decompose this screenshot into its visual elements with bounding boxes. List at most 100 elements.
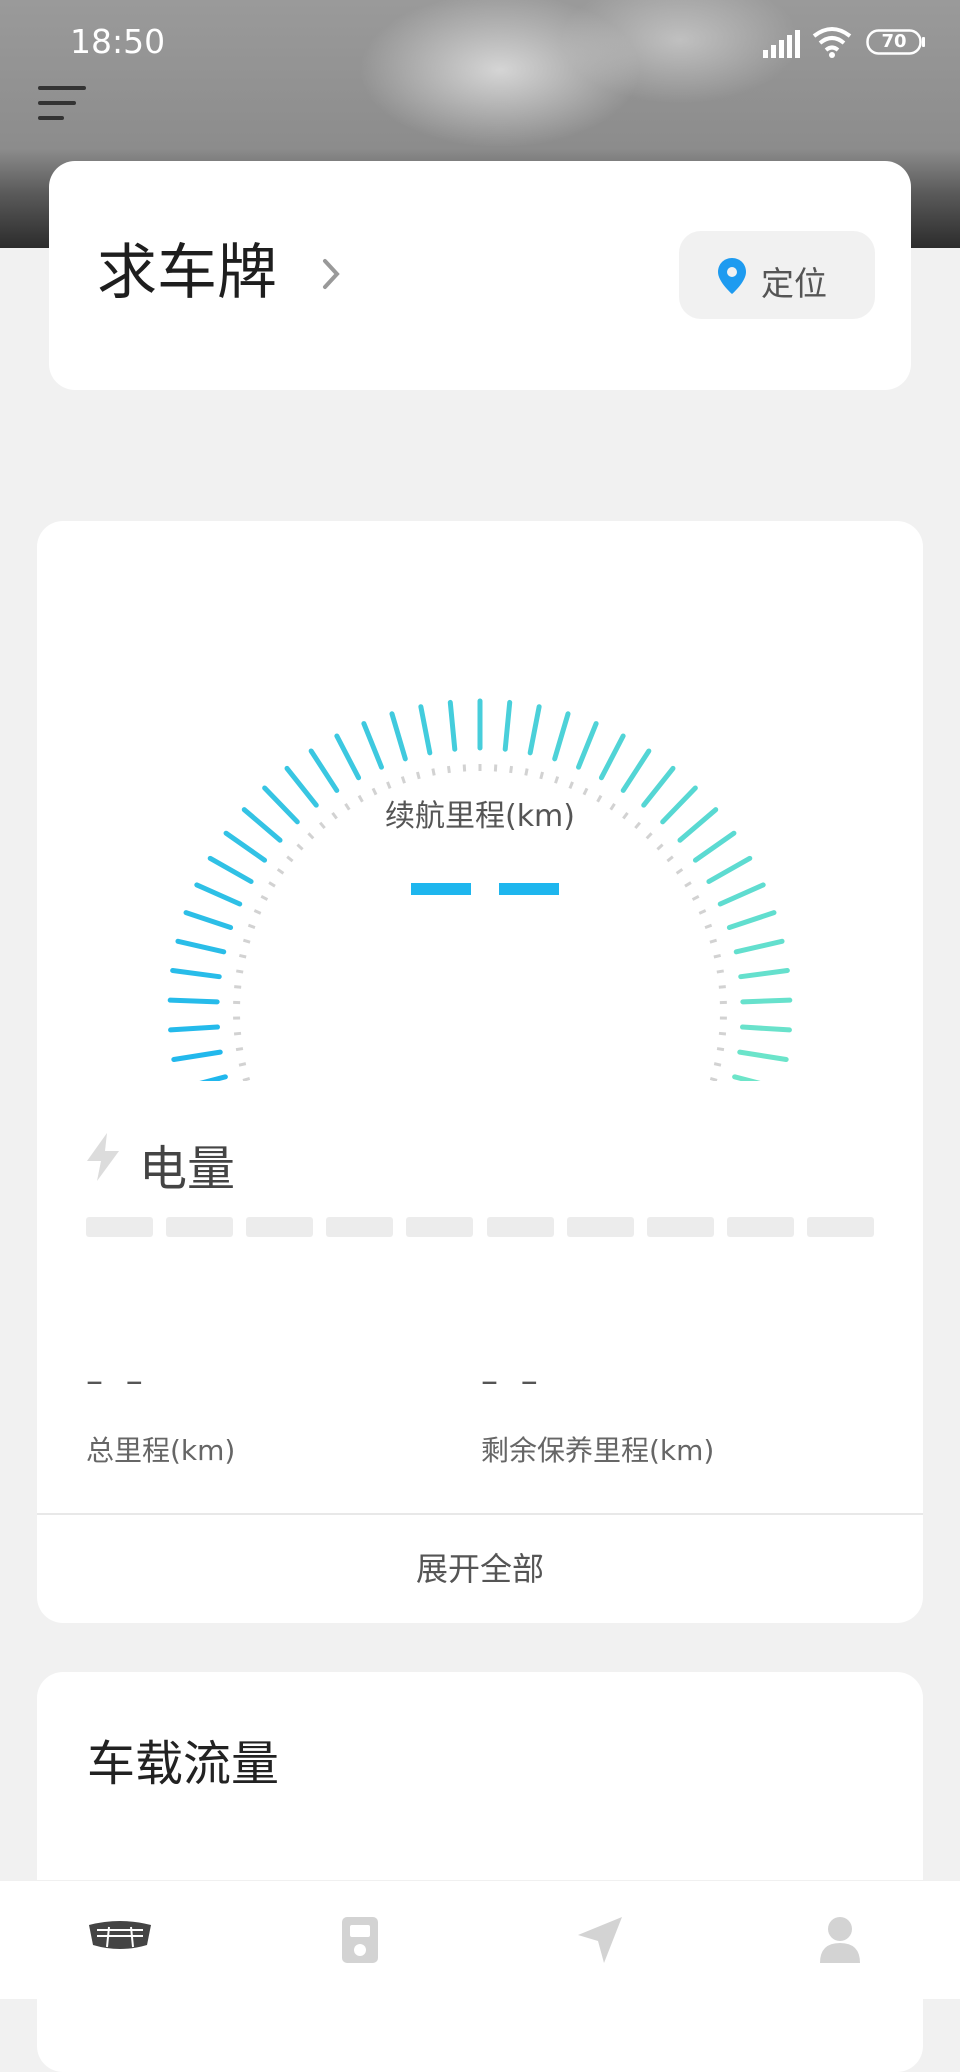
gauge-tick [311,751,337,790]
gauge-minor-tick [402,777,404,784]
battery-level: 70 [866,29,922,55]
person-icon [818,1915,862,1965]
gauge-minor-tick [239,1064,246,1066]
tab-navigation[interactable] [480,1881,720,1999]
menu-icon[interactable] [36,84,88,124]
gauge-tick [210,858,251,881]
gauge-minor-tick [710,940,717,942]
gauge-minor-tick [387,782,390,788]
gauge-tick [174,1052,220,1059]
range-value-placeholder [411,883,561,895]
gauge-minor-tick [685,883,691,887]
gauge-tick [743,1027,790,1030]
gauge-minor-tick [555,777,557,784]
gauge-minor-tick [448,766,449,773]
gauge-tick [180,1077,226,1081]
vehicle-status-card: 续航里程(km) 电量 – – 总里程(km) – – 剩余保养里程(km) 展… [37,521,923,1623]
gauge-tick [720,885,763,904]
gauge-tick [530,707,539,753]
gauge-tick [337,736,359,778]
gauge-tick [173,971,220,977]
total-mileage-label: 总里程(km) [86,1429,235,1469]
gauge-minor-tick [243,1078,250,1080]
gauge-tick [186,913,231,928]
gauge-minor-tick [667,857,672,861]
gauge-minor-tick [693,896,699,899]
gauge-tick [729,913,774,928]
gauge-minor-tick [234,987,241,988]
gauge-tick [695,833,734,860]
gauge-minor-tick [297,845,302,850]
gauge-tick [178,941,224,952]
gauge-minor-tick [239,955,246,957]
gauge-tick [623,751,649,790]
maintenance-mileage-label: 剩余保养里程(km) [481,1429,714,1469]
gauge-minor-tick [243,940,250,942]
gauge-minor-tick [719,987,726,988]
status-bar: 18:50 70 [0,0,960,80]
total-mileage-value: – – [86,1361,149,1401]
location-pin-icon [717,257,747,295]
battery-label: 电量 [139,1129,235,1199]
gauge-tick [743,1000,790,1002]
gauge-tick [555,714,568,759]
gauge-minor-tick [236,971,243,972]
gauge-minor-tick [526,769,527,776]
gauge-tick [170,1000,217,1002]
gauge-minor-tick [719,1033,726,1034]
gauge-minor-tick [699,911,705,914]
gauge-tick [392,714,405,759]
gauge-minor-tick [570,782,573,788]
tab-car[interactable] [0,1881,240,1999]
gauge-minor-tick [269,883,275,887]
gauge-tick [505,702,510,749]
gauge-minor-tick [677,869,683,873]
signal-icon [762,30,802,58]
expand-all-button[interactable]: 展开全部 [37,1515,923,1623]
chevron-right-icon[interactable] [317,253,345,295]
traffic-title: 车载流量 [87,1724,279,1794]
navigation-icon [576,1915,624,1965]
plate-label[interactable]: 求车牌 [97,243,277,303]
wifi-icon [812,26,852,58]
bottom-tab-bar [0,1880,960,1999]
gauge-minor-tick [717,1049,724,1050]
gauge-tick [450,702,455,749]
gauge-tick [741,971,788,977]
gauge-tick [601,736,623,778]
gauge-minor-tick [236,1049,243,1050]
car-logo-icon [85,1915,155,1955]
gauge-minor-tick [714,955,721,957]
locate-button[interactable]: 定位 [679,231,875,319]
gauge-minor-tick [261,896,267,899]
gauge-minor-tick [254,911,260,914]
gauge-minor-tick [511,766,512,773]
gauge-minor-tick [287,857,292,861]
gauge-minor-tick [657,845,662,850]
gauge-minor-tick [278,869,284,873]
gauge-tick [364,724,382,768]
gauge-minor-tick [417,772,419,779]
gauge-tick [579,724,597,768]
gauge-minor-tick [714,1064,721,1066]
gauge-minor-tick [433,769,434,776]
location-card: 求车牌 定位 [49,161,911,390]
lightning-icon [83,1131,123,1183]
maintenance-mileage-value: – – [481,1361,544,1401]
gauge-tick [709,858,750,881]
range-label: 续航里程(km) [37,791,923,835]
gauge-minor-tick [234,1033,241,1034]
battery-bar [86,1217,874,1237]
locate-label: 定位 [761,257,827,305]
gauge-tick [736,941,782,952]
gauge-tick [735,1077,781,1081]
tab-device[interactable] [240,1881,480,1999]
status-time: 18:50 [70,22,165,61]
gauge-tick [226,833,265,860]
gauge-tick [197,885,240,904]
gauge-tick [740,1052,786,1059]
gauge-minor-tick [705,925,712,927]
gauge-minor-tick [541,772,543,779]
tab-profile[interactable] [720,1881,960,1999]
gauge-tick [421,707,430,753]
